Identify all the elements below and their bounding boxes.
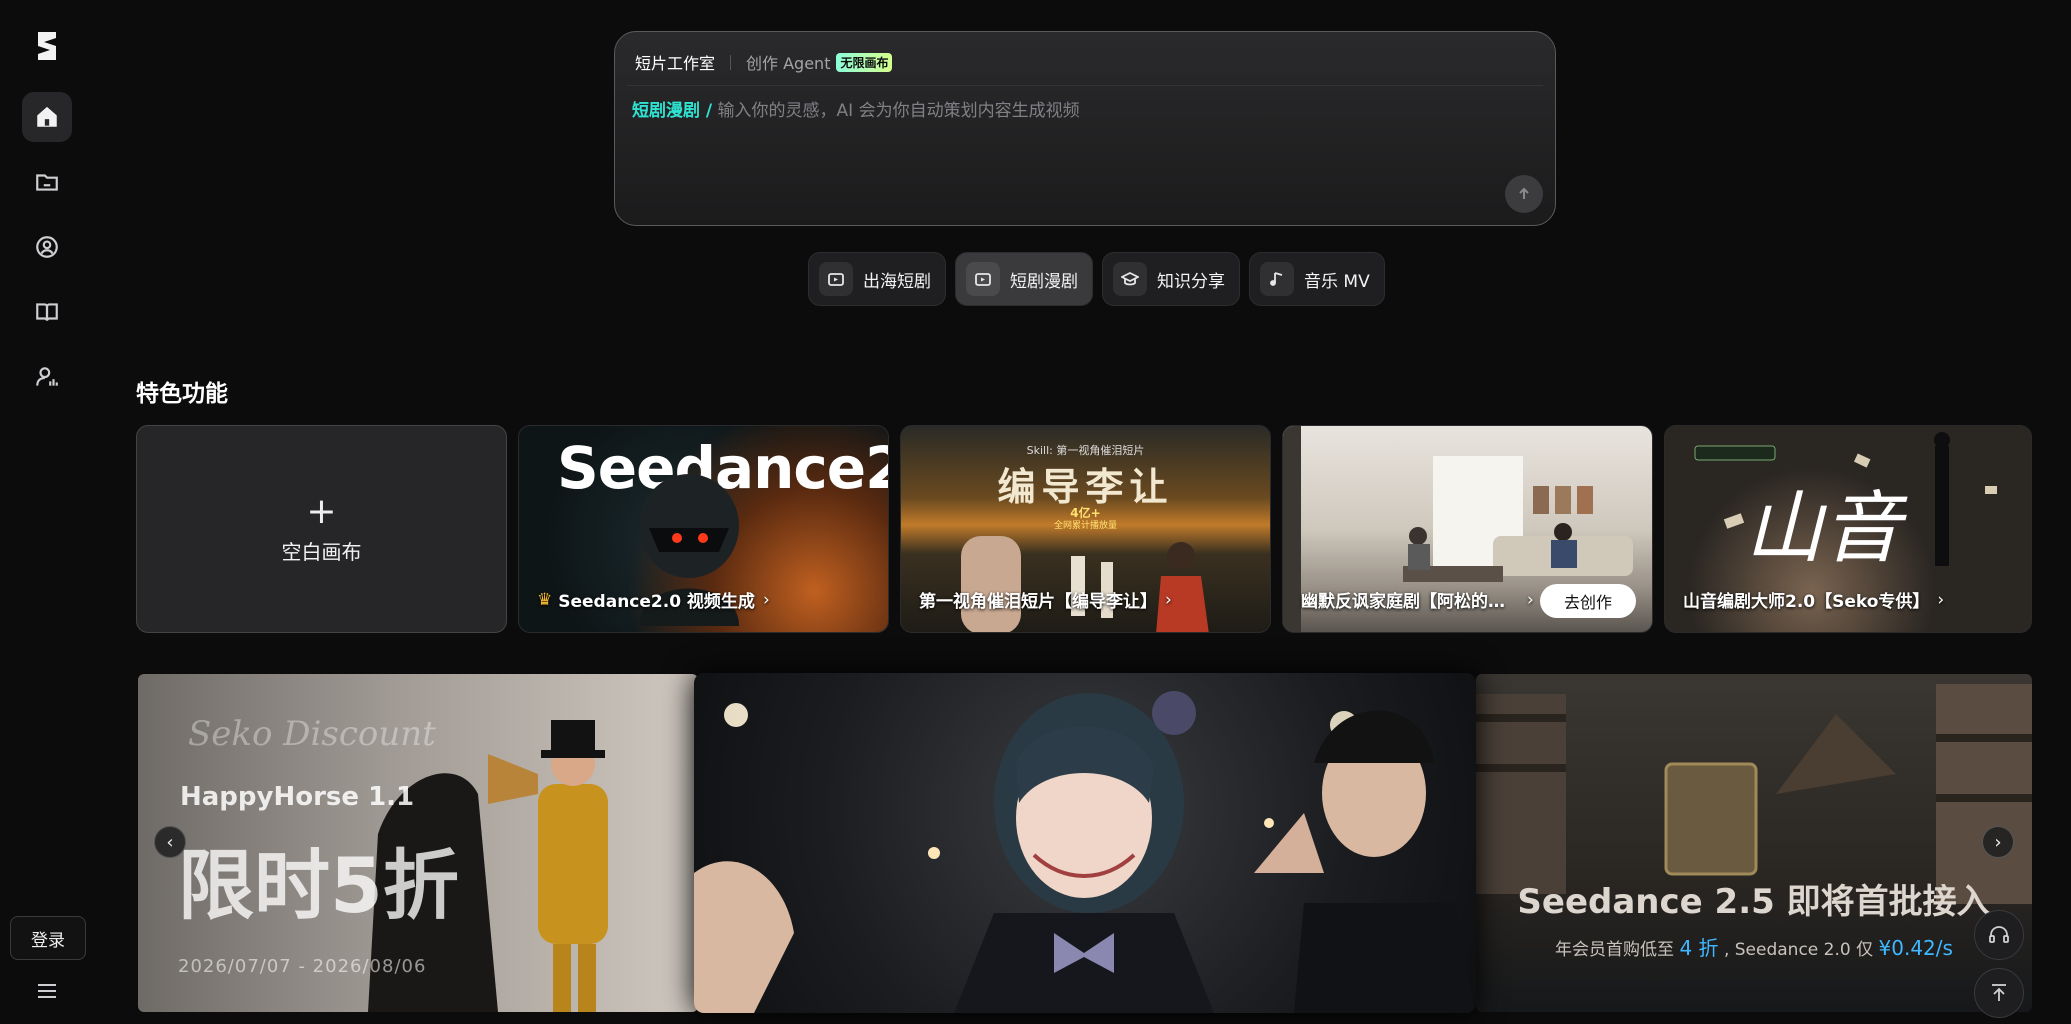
blank-canvas-card[interactable]: + 空白画布 — [136, 425, 507, 633]
banner-product: HappyHorse 1.1 — [180, 782, 415, 812]
card-label-text: 山音编剧大师2.0【Seko专供】 — [1683, 592, 1930, 612]
banner-sub-discount: 4 折 — [1679, 936, 1719, 960]
chevron-right-icon: › — [1527, 589, 1534, 610]
card-art-title: 编导李让 — [997, 465, 1174, 509]
card-label-text: Seedance2.0 视频生成 — [558, 592, 755, 612]
graduation-cap-icon — [1121, 271, 1139, 286]
prompt-placeholder: 输入你的灵感，AI 会为你自动策划内容生成视频 — [717, 101, 1080, 121]
feature-card-family-drama[interactable]: 幽默反讽家庭剧【阿松的… › 去创作 — [1282, 425, 1653, 633]
infinite-canvas-badge: 无限画布 — [836, 52, 893, 72]
banner-anime-girl[interactable] — [694, 673, 1476, 1013]
plus-icon: + — [306, 490, 337, 532]
sidebar: 登录 — [0, 0, 94, 1024]
user-voice-icon — [36, 367, 58, 386]
chip-label: 出海短剧 — [863, 271, 931, 292]
card-label: 山音编剧大师2.0【Seko专供】 › — [1683, 587, 1945, 613]
arrow-up-icon — [1519, 187, 1529, 199]
blank-canvas-label: 空白画布 — [281, 539, 362, 564]
chip-label: 短剧漫剧 — [1010, 271, 1078, 292]
tab-create-agent[interactable]: 创作 Agent — [746, 50, 830, 74]
mode-chips: 出海短剧 短剧漫剧 知识分享 音乐 MV — [808, 252, 1385, 306]
folder-icon — [36, 174, 58, 191]
banner-dates: 2026/07/07 - 2026/08/06 — [178, 956, 427, 977]
card-label-text: 幽默反讽家庭剧【阿松的… — [1301, 592, 1505, 612]
chevron-right-icon: › — [1994, 831, 2002, 853]
feature-card-director[interactable]: Skill: 第一视角催泪短片 编导李让 4亿+ 全网累计播放量 第一视角催泪短… — [900, 425, 1271, 633]
chip-label: 知识分享 — [1157, 271, 1225, 292]
banner-script-text: Seko Discount — [188, 714, 436, 754]
prompt-input[interactable]: 短剧漫剧 / 输入你的灵感，AI 会为你自动策划内容生成视频 — [632, 96, 1080, 121]
banner-sub-prefix: 年会员首购低至 — [1555, 940, 1675, 960]
card-label: 幽默反讽家庭剧【阿松的… › — [1301, 587, 1542, 613]
nav-home[interactable] — [22, 92, 72, 142]
books-scene — [1476, 684, 2032, 904]
nav-voice[interactable] — [22, 352, 72, 402]
back-to-top-button[interactable] — [1974, 968, 2024, 1018]
card-label: ♛ Seedance2.0 视频生成 › — [537, 587, 770, 613]
chevron-right-icon: › — [762, 589, 770, 610]
feature-card-seedance[interactable]: Seedance2.0 ♛ Seedance2.0 视频生成 › — [518, 425, 889, 633]
nav-projects[interactable] — [22, 157, 72, 207]
home-icon — [37, 106, 57, 127]
banner-sub-middle: , Seedance 2.0 仅 — [1723, 940, 1874, 960]
banner-headline: 限时5折 — [178, 841, 459, 930]
chevron-right-icon: › — [1937, 589, 1945, 610]
menu-icon[interactable] — [36, 982, 58, 1000]
banner-headline: Seedance 2.5 即将首批接入 — [1517, 882, 1991, 922]
crown-icon: ♛ — [537, 589, 553, 610]
arrow-to-top-icon — [1992, 984, 2006, 1001]
banner-sub-price: ¥0.42/s — [1878, 936, 1953, 960]
chip-short-drama[interactable]: 短剧漫剧 — [955, 252, 1093, 306]
field-people-icon — [961, 536, 1209, 632]
tv-icon — [828, 273, 844, 286]
prompt-box[interactable]: 短片工作室 创作 Agent 无限画布 短剧漫剧 / 输入你的灵感，AI 会为你… — [614, 31, 1556, 226]
chevron-left-icon: ‹ — [166, 831, 174, 853]
prompt-mode-label: 短剧漫剧 / — [632, 101, 713, 121]
music-icon — [1270, 272, 1283, 286]
chip-knowledge-share[interactable]: 知识分享 — [1102, 252, 1240, 306]
prompt-tabs: 短片工作室 创作 Agent 无限画布 — [635, 50, 893, 74]
login-button[interactable]: 登录 — [10, 916, 86, 960]
tab-short-film-studio[interactable]: 短片工作室 — [635, 50, 715, 74]
book-icon — [36, 303, 58, 321]
tab-separator — [730, 54, 732, 70]
banner-seedance25[interactable]: Seedance 2.5 即将首批接入 年会员首购低至 4 折 , Seedan… — [1476, 674, 2032, 1012]
nav-library[interactable] — [22, 287, 72, 337]
send-button[interactable] — [1505, 175, 1543, 213]
user-star-icon — [36, 236, 58, 258]
card-label-text: 第一视角催泪短片【编导李让】 — [919, 592, 1157, 612]
seko-logo-icon[interactable] — [32, 28, 62, 64]
chip-music-mv[interactable]: 音乐 MV — [1249, 252, 1385, 306]
chevron-right-icon: › — [1165, 589, 1172, 610]
support-button[interactable] — [1974, 910, 2024, 960]
headset-icon — [1989, 926, 2009, 943]
go-create-button[interactable]: 去创作 — [1540, 584, 1636, 618]
tv-icon — [975, 273, 991, 286]
nav-creators[interactable] — [22, 222, 72, 272]
anime-party-scene — [694, 691, 1476, 1013]
feature-card-shanyin[interactable]: 山音 山音编剧大师2.0【Seko专供】 › — [1664, 425, 2032, 633]
prompt-divider — [627, 85, 1543, 86]
banner-happyhorse[interactable]: Seko Discount HappyHorse 1.1 限时5折 2026/0… — [138, 674, 698, 1012]
banner-subline: 年会员首购低至 4 折 , Seedance 2.0 仅 ¥0.42/s — [1476, 932, 2032, 961]
chip-overseas-drama[interactable]: 出海短剧 — [808, 252, 946, 306]
carousel-next-button[interactable]: › — [1982, 826, 2014, 858]
features-title: 特色功能 — [136, 381, 228, 407]
carousel-prev-button[interactable]: ‹ — [154, 826, 186, 858]
card-art-title: 山音 — [1745, 484, 1902, 574]
chip-label: 音乐 MV — [1304, 271, 1370, 292]
card-label: 第一视角催泪短片【编导李让】 › — [919, 587, 1172, 613]
